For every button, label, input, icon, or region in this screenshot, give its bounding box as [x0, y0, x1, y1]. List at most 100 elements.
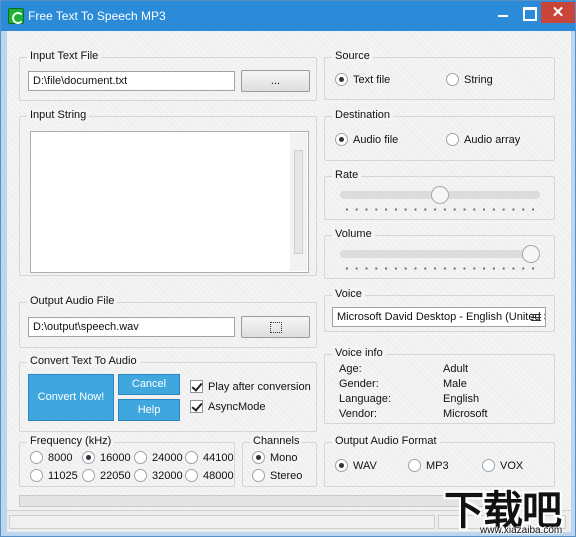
- convert-now-button[interactable]: Convert Now!: [28, 374, 114, 421]
- textarea-scrollbar[interactable]: [290, 133, 307, 271]
- channel-label-mono: Mono: [270, 452, 298, 464]
- volume-slider-track[interactable]: [340, 250, 540, 258]
- rate-slider-thumb[interactable]: [431, 186, 449, 204]
- freq-radio-44100[interactable]: [185, 451, 198, 464]
- destination-radio-audio-file[interactable]: [335, 133, 348, 146]
- freq-label-48000: 48000: [203, 470, 234, 482]
- cancel-button[interactable]: Cancel: [118, 374, 180, 395]
- input-text-file-group: Input Text File D:\file\document.txt ...: [19, 50, 317, 101]
- rate-slider-ticks: [342, 208, 540, 211]
- voice-group: Voice Microsoft David Desktop - English …: [324, 288, 555, 332]
- source-label-string: String: [464, 74, 493, 86]
- freq-label-22050: 22050: [100, 470, 131, 482]
- freq-radio-8000[interactable]: [30, 451, 43, 464]
- title-bar[interactable]: Free Text To Speech MP3 ✕: [1, 1, 575, 31]
- volume-group: Volume: [324, 228, 555, 279]
- freq-label-16000: 16000: [100, 452, 131, 464]
- destination-title: Destination: [332, 109, 394, 121]
- play-after-conversion-label: Play after conversion: [208, 381, 311, 393]
- browse-folder-icon: [269, 322, 282, 333]
- destination-radio-audio-array[interactable]: [446, 133, 459, 146]
- voice-title: Voice: [332, 288, 365, 300]
- watermark-logo: 下载吧 www.xiazaiba.com: [436, 478, 576, 537]
- channel-label-stereo: Stereo: [270, 470, 303, 482]
- input-string-group: Input String: [19, 109, 317, 276]
- dropdown-menu-icon: [531, 314, 541, 321]
- async-mode-label: AsyncMode: [208, 401, 266, 413]
- channels-group: Channels Mono Stereo: [242, 435, 317, 487]
- format-radio-vox[interactable]: [482, 459, 495, 472]
- maximize-button[interactable]: [516, 2, 541, 23]
- freq-radio-48000[interactable]: [185, 469, 198, 482]
- voice-info-group: Voice info Age: Adult Gender: Male Langu…: [324, 347, 555, 424]
- convert-title: Convert Text To Audio: [27, 355, 140, 367]
- voice-info-key: Age:: [339, 363, 362, 375]
- close-icon: ✕: [551, 4, 565, 21]
- close-button[interactable]: ✕: [541, 2, 575, 23]
- format-label-mp3: MP3: [426, 460, 449, 472]
- freq-label-32000: 32000: [152, 470, 183, 482]
- voice-info-value: Microsoft: [443, 408, 488, 420]
- input-text-file-title: Input Text File: [27, 50, 102, 62]
- freq-label-44100: 44100: [203, 452, 234, 464]
- voice-selected-text: Microsoft David Desktop - English (Unite…: [337, 311, 545, 323]
- freq-radio-22050[interactable]: [82, 469, 95, 482]
- source-radio-string[interactable]: [446, 73, 459, 86]
- destination-label-audio-file: Audio file: [353, 134, 399, 146]
- help-button[interactable]: Help: [118, 399, 180, 421]
- browse-input-file-button[interactable]: ...: [241, 70, 310, 92]
- freq-radio-11025[interactable]: [30, 469, 43, 482]
- app-icon: [8, 8, 24, 24]
- output-format-title: Output Audio Format: [332, 435, 440, 447]
- freq-label-8000: 8000: [48, 452, 73, 464]
- voice-select[interactable]: Microsoft David Desktop - English (Unite…: [332, 307, 546, 327]
- scrollbar-thumb[interactable]: [294, 150, 303, 254]
- output-audio-file-group: Output Audio File D:\output\speech.wav: [19, 295, 317, 348]
- voice-info-value: Adult: [443, 363, 469, 375]
- input-text-file-path[interactable]: D:\file\document.txt: [28, 71, 235, 91]
- volume-title: Volume: [332, 228, 375, 240]
- format-label-vox: VOX: [500, 460, 524, 472]
- source-radio-text-file[interactable]: [335, 73, 348, 86]
- browse-output-file-button[interactable]: [241, 316, 310, 338]
- frequency-group: Frequency (kHz) 8000 16000 24000 44100 1…: [19, 435, 235, 487]
- voice-info-value: Male: [443, 378, 467, 390]
- play-after-conversion-checkbox[interactable]: [190, 380, 203, 393]
- source-title: Source: [332, 50, 373, 62]
- freq-radio-24000[interactable]: [134, 451, 147, 464]
- freq-radio-16000[interactable]: [82, 451, 95, 464]
- client-area: Input Text File D:\file\document.txt ...…: [7, 31, 571, 532]
- freq-label-11025: 11025: [48, 470, 78, 482]
- volume-slider-ticks: [342, 267, 540, 270]
- destination-group: Destination Audio file Audio array: [324, 109, 555, 161]
- freq-label-24000: 24000: [152, 452, 183, 464]
- source-group: Source Text file String: [324, 50, 555, 100]
- window-title: Free Text To Speech MP3: [28, 9, 166, 23]
- frequency-title: Frequency (kHz): [27, 435, 115, 447]
- minimize-button[interactable]: [490, 2, 516, 23]
- convert-group: Convert Text To Audio Convert Now! Cance…: [19, 355, 317, 432]
- voice-info-key: Gender:: [339, 378, 379, 390]
- status-panel-left: [9, 515, 435, 529]
- channel-radio-mono[interactable]: [252, 451, 265, 464]
- format-radio-mp3[interactable]: [408, 459, 421, 472]
- voice-info-key: Vendor:: [339, 408, 377, 420]
- source-label-text-file: Text file: [353, 74, 391, 86]
- output-audio-file-path[interactable]: D:\output\speech.wav: [28, 317, 235, 337]
- format-label-wav: WAV: [353, 460, 377, 472]
- app-window: Free Text To Speech MP3 ✕ Input Text Fil…: [0, 0, 576, 537]
- voice-info-title: Voice info: [332, 347, 386, 359]
- channels-title: Channels: [250, 435, 303, 447]
- voice-info-key: Language:: [339, 393, 391, 405]
- input-string-title: Input String: [27, 109, 90, 121]
- freq-radio-32000[interactable]: [134, 469, 147, 482]
- format-radio-wav[interactable]: [335, 459, 348, 472]
- volume-slider-thumb[interactable]: [522, 245, 540, 263]
- watermark-site: www.xiazaiba.com: [480, 525, 563, 536]
- destination-label-audio-array: Audio array: [464, 134, 521, 146]
- channel-radio-stereo[interactable]: [252, 469, 265, 482]
- async-mode-checkbox[interactable]: [190, 400, 203, 413]
- rate-title: Rate: [332, 169, 362, 181]
- input-string-textarea[interactable]: [30, 131, 309, 273]
- output-audio-file-title: Output Audio File: [27, 295, 118, 307]
